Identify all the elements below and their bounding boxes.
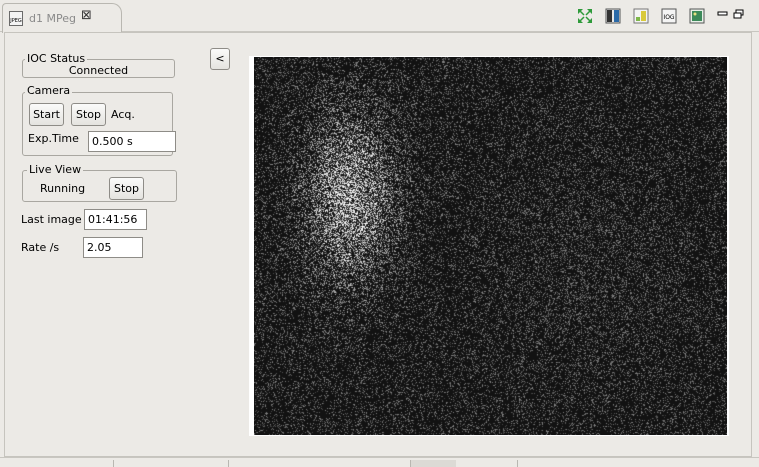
camera-label: Camera [25,84,73,97]
camera-stop-button[interactable]: Stop [71,103,106,126]
tab-bar: JPEG d1 MPeg ⊠ IOG [0,0,759,33]
intensity-scale-icon[interactable] [633,8,649,24]
live-view-status: Running [40,182,86,195]
exp-time-label: Exp.Time [28,132,79,145]
acq-label: Acq. [111,108,135,121]
bottom-bar [0,457,759,467]
close-icon[interactable]: ⊠ [81,9,95,23]
rate-field: 2.05 [83,237,143,258]
mpeg-view-window: JPEG d1 MPeg ⊠ IOG IOC Status Connected … [0,0,759,467]
last-image-label: Last image [21,213,82,226]
live-view-label: Live View [27,163,84,176]
ioc-status-value: Connected [68,64,129,77]
image-icon[interactable] [689,8,705,24]
colormap-icon[interactable] [605,8,621,24]
rate-label: Rate /s [21,241,60,254]
jpeg-file-icon: JPEG [9,11,23,26]
tab-label: d1 MPeg [29,12,76,25]
minimize-icon[interactable] [717,9,729,19]
image-frame [249,56,729,436]
log-scale-icon[interactable]: IOG [661,8,677,24]
start-button[interactable]: Start [29,103,64,126]
view-content: IOC Status Connected Camera Start Stop A… [4,32,752,457]
last-image-field: 01:41:56 [84,209,147,230]
collapse-panel-button[interactable]: < [210,48,230,70]
tab-d1-mpeg[interactable]: JPEG d1 MPeg ⊠ [2,3,122,33]
fit-zoom-icon[interactable] [577,8,593,24]
svg-text:IOG: IOG [663,14,674,21]
camera-image[interactable] [254,57,727,435]
maximize-icon[interactable] [733,9,745,19]
live-view-stop-button[interactable]: Stop [109,177,144,200]
exp-time-field[interactable]: 0.500 s [88,131,176,152]
